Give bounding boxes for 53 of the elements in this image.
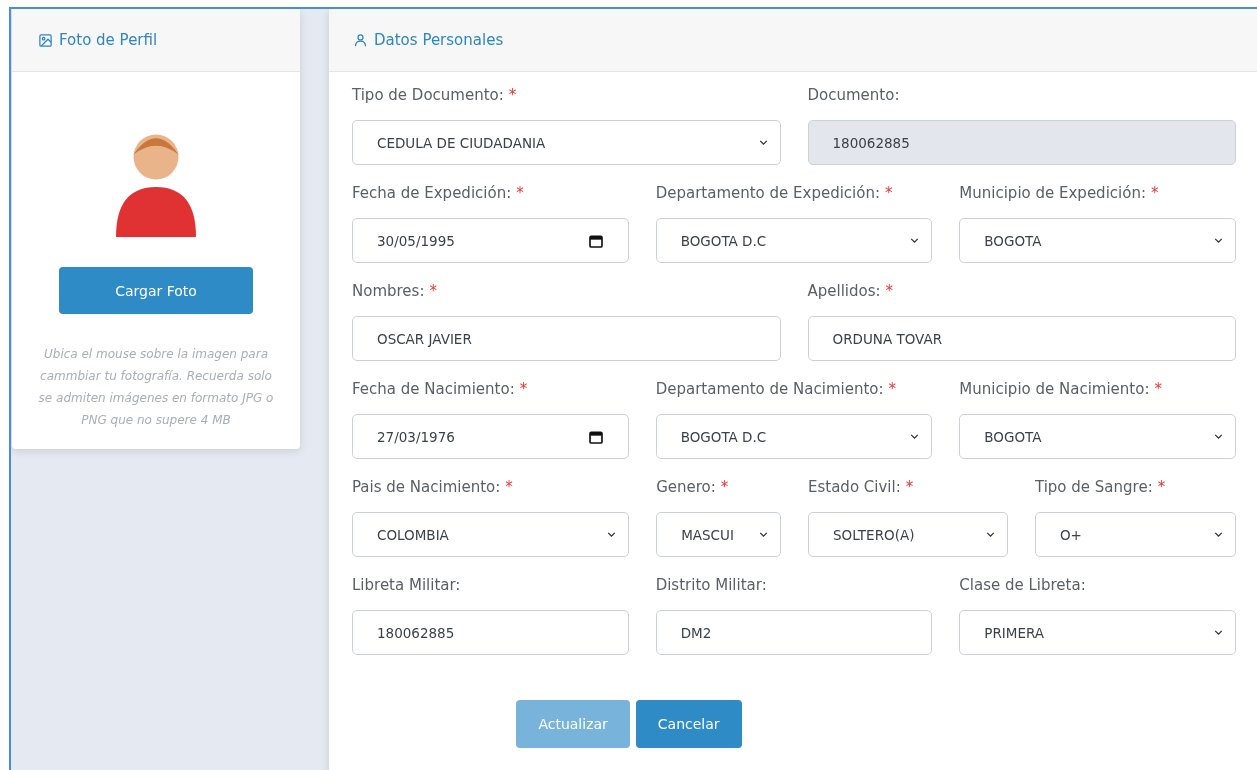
field-label: Genero: <box>656 478 716 496</box>
image-icon <box>38 32 53 48</box>
dropdown[interactable]: PRIMERA <box>959 610 1236 655</box>
required-mark: * <box>429 282 437 300</box>
cancel-button[interactable]: Cancelar <box>635 700 742 748</box>
dropdown[interactable]: COLOMBIA <box>352 512 630 557</box>
input-field[interactable]: 180062885 <box>352 610 629 655</box>
dropdown[interactable]: MASCUI <box>656 512 781 557</box>
card-title: Foto de Perfil <box>59 31 158 49</box>
dropdown[interactable]: BOGOTA <box>959 218 1236 263</box>
required-mark: * <box>519 380 528 398</box>
field-label: Documento: <box>807 86 900 104</box>
required-mark: * <box>1150 184 1159 202</box>
field-label: Estado Civil: <box>808 478 901 496</box>
field-label: Tipo de Documento: <box>352 86 504 104</box>
dropdown[interactable]: BOGOTA D.C <box>655 218 933 263</box>
input-field[interactable]: ORDUNA TOVAR <box>807 316 1236 361</box>
field-label: Libreta Militar: <box>352 576 461 594</box>
required-mark: * <box>516 184 524 202</box>
required-mark: * <box>885 282 894 300</box>
required-mark: * <box>1157 478 1166 496</box>
date-field[interactable]: 30/05/1995 <box>352 218 629 263</box>
input-field[interactable]: OSCAR JAVIER <box>352 316 781 361</box>
field-label: Municipio de Expedición: <box>959 184 1146 202</box>
field-label: Nombres: <box>352 282 425 300</box>
dropdown[interactable]: SOLTERO(A) <box>808 512 1008 557</box>
field-label: Fecha de Expedición: <box>352 184 512 202</box>
field-label: Pais de Nacimiento: <box>352 478 501 496</box>
required-mark: * <box>1154 380 1162 398</box>
upload-photo-button[interactable]: Cargar Foto <box>59 267 253 314</box>
user-icon <box>353 32 368 48</box>
field-label: Distrito Militar: <box>655 576 767 594</box>
required-mark: * <box>905 478 914 496</box>
input-field[interactable]: DM2 <box>655 610 933 655</box>
card-title: Datos Personales <box>374 31 504 49</box>
required-mark: * <box>888 380 897 398</box>
field-label: Fecha de Nacimiento: <box>352 380 515 398</box>
field-label: Apellidos: <box>807 282 881 300</box>
field-label: Departamento de Nacimiento: <box>655 380 884 398</box>
field-label: Clase de Libreta: <box>959 576 1086 594</box>
date-field[interactable]: 27/03/1976 <box>352 414 629 459</box>
required-mark: * <box>505 478 513 496</box>
required-mark: * <box>508 86 517 104</box>
dropdown[interactable]: BOGOTA D.C <box>655 414 933 459</box>
field-label: Municipio de Nacimiento: <box>959 380 1150 398</box>
help-text: Ubica el mouse sobre la imagen para cammbiar tu fotografía. Recuerda solo se admiten imágenes en formato JPG o PNG que no supere 4 MB <box>38 346 274 429</box>
field-label: Departamento de Expedición: <box>655 184 881 202</box>
required-mark: * <box>885 184 893 202</box>
dropdown[interactable]: CEDULA DE CIUDADANIA <box>352 120 781 165</box>
required-mark: * <box>720 478 729 496</box>
field-label: Tipo de Sangre: <box>1035 478 1153 496</box>
dropdown[interactable]: BOGOTA <box>959 414 1236 459</box>
dropdown[interactable]: O+ <box>1035 512 1236 557</box>
